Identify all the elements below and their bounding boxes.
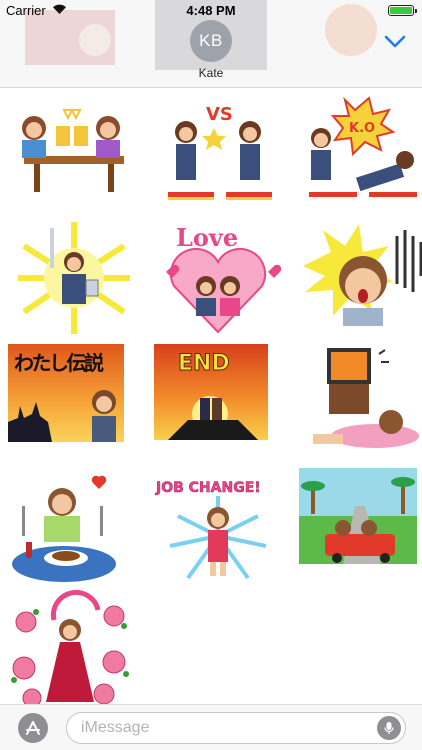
sticker-shock[interactable]: [293, 216, 422, 340]
car-drive-icon: [299, 468, 417, 564]
legend-sunset-icon: わたし伝説: [8, 344, 124, 442]
compose-bar: [0, 704, 422, 750]
job-change-text: JOB CHANGE!: [155, 480, 261, 496]
sticker-love-heart[interactable]: Love: [148, 216, 288, 340]
vs-text: VS: [206, 104, 233, 125]
tv-lazy-icon: [313, 348, 419, 448]
love-text: Love: [176, 223, 238, 252]
avatar[interactable]: KB: [190, 20, 232, 62]
appstore-icon[interactable]: [18, 713, 48, 743]
sticker-dinner[interactable]: [4, 466, 144, 590]
message-field[interactable]: [66, 712, 406, 744]
ko-text: K.O: [349, 121, 375, 136]
avatar-initials: KB: [199, 31, 223, 50]
sticker-roses-dress[interactable]: [4, 590, 144, 714]
ko-knockout-icon: K.O: [309, 96, 417, 197]
sticker-ko[interactable]: K.O: [293, 92, 422, 216]
sticker-end[interactable]: END: [148, 342, 288, 466]
shock-icon: [303, 224, 422, 326]
sticker-toast-beers[interactable]: [4, 92, 144, 216]
end-sunset-icon: END: [154, 344, 268, 440]
legend-text: わたし伝説: [14, 351, 104, 375]
end-text: END: [178, 351, 230, 376]
sticker-vs-battle[interactable]: VS: [148, 92, 288, 216]
vs-battle-icon: VS: [168, 104, 272, 200]
job-change-icon: JOB CHANGE!: [155, 480, 267, 580]
sticker-tv-lazy[interactable]: [293, 342, 422, 466]
clock: 4:48 PM: [186, 3, 236, 18]
sticker-job-change[interactable]: JOB CHANGE!: [148, 466, 288, 590]
microphone-icon[interactable]: [377, 716, 401, 740]
chevron-down-icon[interactable]: [384, 35, 406, 49]
status-bar: Carrier 4:48 PM: [0, 0, 422, 20]
love-heart-icon: Love: [166, 223, 282, 334]
dinner-icon: [12, 475, 116, 582]
sticker-car-drive[interactable]: [293, 466, 422, 590]
toast-beers-icon: [22, 107, 124, 192]
hero-sword-icon: [18, 222, 130, 334]
battery-icon: [388, 5, 417, 16]
sticker-legend[interactable]: わたし伝説: [4, 342, 144, 466]
contact-name[interactable]: Kate: [0, 66, 422, 80]
sticker-hero-sword[interactable]: [4, 216, 144, 340]
roses-dress-icon: [11, 590, 129, 708]
message-input[interactable]: [81, 719, 361, 737]
